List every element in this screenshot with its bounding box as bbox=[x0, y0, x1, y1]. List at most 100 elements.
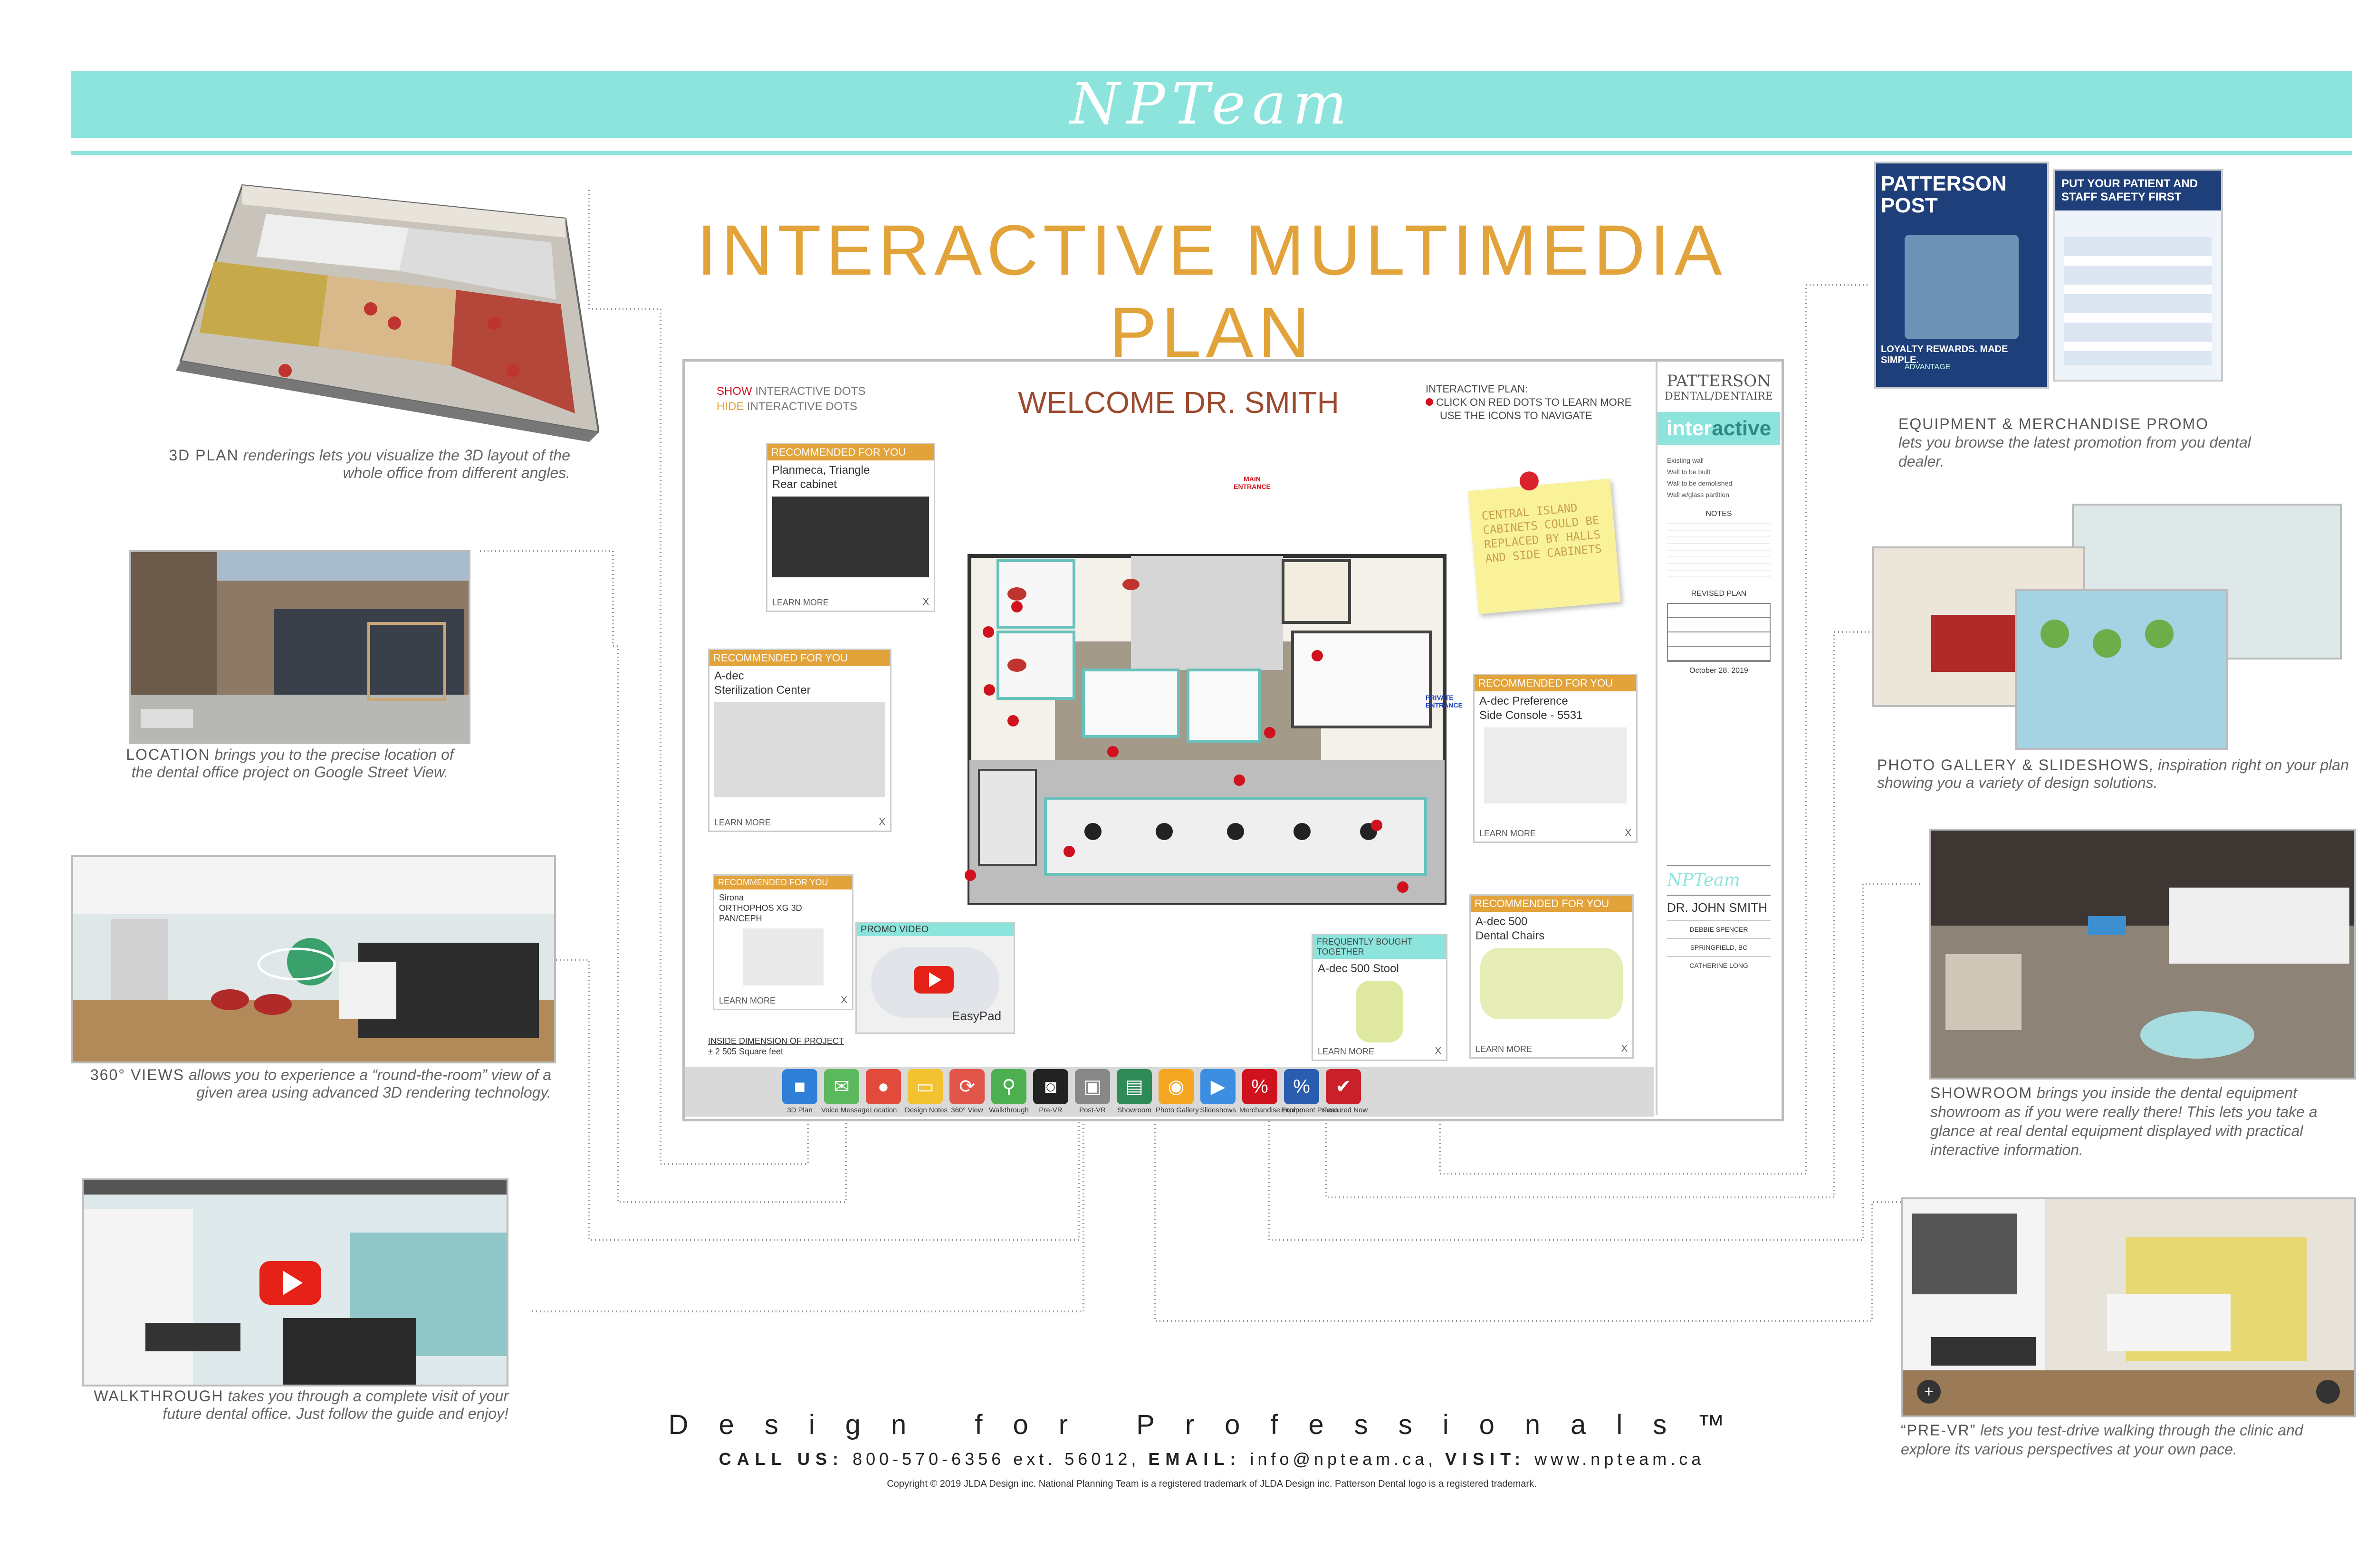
promo-video[interactable]: PROMO VIDEO EasyPad bbox=[855, 922, 1015, 1034]
gallery-photo-3[interactable] bbox=[2015, 589, 2228, 750]
hotspot-dot[interactable] bbox=[1011, 601, 1023, 612]
close-icon[interactable]: X bbox=[1625, 828, 1631, 839]
toolbar-button-photo-gallery[interactable]: ◉ Photo Gallery bbox=[1156, 1069, 1199, 1114]
toolbar-button-merchandise-promo[interactable]: % Merchandise Promo bbox=[1239, 1069, 1303, 1114]
connector-walkthrough bbox=[532, 1117, 1084, 1312]
learn-more-link[interactable]: LEARN MORE bbox=[772, 598, 829, 608]
learn-more-link[interactable]: LEARN MORE bbox=[719, 996, 776, 1006]
walkthrough-caption: WALKTHROUGH takes you through a complete… bbox=[71, 1387, 508, 1423]
product-card-side-console[interactable]: RECOMMENDED FOR YOU A-dec Preference Side… bbox=[1473, 674, 1638, 843]
toolbar-button-360-view[interactable]: ⟳ 360° View bbox=[947, 1069, 987, 1114]
toolbar-button-post-vr[interactable]: ▣ Post-VR bbox=[1072, 1069, 1113, 1114]
toolbar-button-label: Merchandise Promo bbox=[1239, 1106, 1303, 1114]
toolbar-button-label: Post-VR bbox=[1079, 1106, 1106, 1114]
connector-prevr bbox=[1154, 1117, 1901, 1322]
toolbar-button-label: Photo Gallery bbox=[1156, 1106, 1199, 1114]
showroom-title: SHOWROOM bbox=[1930, 1084, 2033, 1101]
percent-tag-icon: % bbox=[1284, 1069, 1319, 1104]
hotspot-dot[interactable] bbox=[1063, 846, 1075, 857]
toolbar-button-label: Pre-VR bbox=[1039, 1106, 1063, 1114]
hotspot-dot[interactable] bbox=[1264, 727, 1275, 738]
views360-image[interactable] bbox=[71, 855, 556, 1063]
close-icon[interactable]: X bbox=[841, 995, 847, 1006]
product-card-sterilization[interactable]: RECOMMENDED FOR YOU A-dec Sterilization C… bbox=[708, 649, 891, 832]
hotspot-dot[interactable] bbox=[1107, 746, 1119, 757]
hotspot-dot[interactable] bbox=[1234, 774, 1245, 786]
website-link[interactable]: www.npteam.ca bbox=[1534, 1449, 1705, 1469]
product-image bbox=[714, 702, 885, 797]
photo-gallery-images[interactable] bbox=[1872, 504, 2343, 751]
plan3d-image[interactable] bbox=[171, 166, 600, 442]
hotspot-dot[interactable] bbox=[1371, 820, 1382, 831]
product-card-stool[interactable]: FREQUENTLY BOUGHT TOGETHER A-dec 500 Sto… bbox=[1312, 934, 1447, 1061]
learn-more-link[interactable]: LEARN MORE bbox=[1475, 1044, 1532, 1054]
interactive-banner: interactive bbox=[1657, 412, 1780, 445]
hotspot-dot[interactable] bbox=[984, 684, 995, 696]
showroom-image[interactable] bbox=[1929, 829, 2356, 1080]
product-card-dental-chairs[interactable]: RECOMMENDED FOR YOU A-dec 500 Dental Chai… bbox=[1469, 894, 1634, 1059]
hide-dots-toggle[interactable]: HIDE INTERACTIVE DOTS bbox=[717, 400, 857, 413]
toolbar-button-equipment-promo[interactable]: % Equipment Promo bbox=[1281, 1069, 1338, 1114]
toolbar-button-3d-plan[interactable]: ■ 3D Plan bbox=[779, 1069, 820, 1114]
close-icon[interactable]: X bbox=[1621, 1043, 1628, 1054]
toolbar-button-pre-vr[interactable]: ◙ Pre-VR bbox=[1030, 1069, 1071, 1114]
close-icon[interactable]: X bbox=[923, 597, 929, 608]
toolbar-button-label: Slideshows bbox=[1200, 1106, 1236, 1114]
product-image bbox=[743, 928, 824, 985]
close-icon[interactable]: X bbox=[1435, 1046, 1441, 1057]
notes-label: NOTES bbox=[1705, 510, 1732, 518]
copyright: Copyright © 2019 JLDA Design inc. Nation… bbox=[887, 1479, 1537, 1489]
footer-tagline: Design for Professionals™ bbox=[668, 1409, 1755, 1440]
vr-headset-icon: ◙ bbox=[1033, 1069, 1068, 1104]
email-address[interactable]: info@npteam.ca, bbox=[1250, 1449, 1437, 1469]
location-streetview-image[interactable] bbox=[129, 550, 470, 744]
sticky-note[interactable]: CENTRAL ISLAND CABINETS COULD BE REPLACE… bbox=[1468, 470, 1621, 614]
walkthrough-video[interactable] bbox=[82, 1178, 508, 1386]
youtube-play-icon[interactable] bbox=[259, 1261, 321, 1305]
walk-icon: ⚲ bbox=[991, 1069, 1026, 1104]
view360-icon: ⟳ bbox=[949, 1069, 985, 1104]
views360-title: 360° VIEWS bbox=[90, 1066, 185, 1083]
youtube-play-icon[interactable] bbox=[914, 966, 954, 994]
add-hotspot-icon[interactable]: + bbox=[1917, 1380, 1941, 1404]
toolbar-button-slideshows[interactable]: ▶ Slideshows bbox=[1198, 1069, 1238, 1114]
views360-desc: allows you to experience a “round-the-ro… bbox=[188, 1066, 551, 1101]
city: SPRINGFIELD, BC bbox=[1667, 938, 1771, 951]
flyer-advantage: ADVANTAGE bbox=[1905, 363, 1951, 371]
easel-icon: ▤ bbox=[1117, 1069, 1152, 1104]
toolbar-button-design-notes[interactable]: ▭ Design Notes bbox=[905, 1069, 948, 1114]
product-image bbox=[1484, 727, 1627, 803]
hotspot-dot[interactable] bbox=[983, 626, 994, 638]
show-dots-toggle[interactable]: SHOW INTERACTIVE DOTS bbox=[717, 385, 865, 398]
toolbar-button-voice-message[interactable]: ✉ Voice Message bbox=[821, 1069, 870, 1114]
phone-number[interactable]: 800-570-6356 ext. 56012, bbox=[853, 1449, 1140, 1469]
product-card-sirona[interactable]: RECOMMENDED FOR YOU Sirona ORTHOPHOS XG 3… bbox=[713, 874, 853, 1010]
prevr-title: “PRE-VR” bbox=[1901, 1422, 1976, 1439]
equipment-title: EQUIPMENT & MERCHANDISE PROMO bbox=[1898, 415, 2209, 432]
hotspot-dot[interactable] bbox=[965, 870, 976, 881]
main-entrance-marker: MAIN ENTRANCE bbox=[1234, 475, 1271, 490]
patterson-post-flyer[interactable]: PATTERSON POST LOYALTY REWARDS. MADE SIM… bbox=[1874, 162, 2049, 389]
hotspot-dot[interactable] bbox=[1007, 715, 1019, 727]
toolbar-button-label: Featured Now bbox=[1323, 1106, 1368, 1114]
toolbar-button-label: Voice Message bbox=[821, 1106, 870, 1114]
prevr-caption: “PRE-VR” lets you test-drive walking thr… bbox=[1901, 1421, 2347, 1459]
close-icon[interactable]: X bbox=[879, 817, 885, 828]
learn-more-link[interactable]: LEARN MORE bbox=[1318, 1047, 1374, 1057]
toolbar-button-showroom[interactable]: ▤ Showroom bbox=[1114, 1069, 1155, 1114]
prevr-image[interactable]: + bbox=[1901, 1197, 2356, 1417]
safety-flyer[interactable]: PUT YOUR PATIENT AND STAFF SAFETY FIRST bbox=[2053, 169, 2223, 382]
learn-more-link[interactable]: LEARN MORE bbox=[714, 818, 771, 828]
toolbar-button-featured-now[interactable]: ✔ Featured Now bbox=[1323, 1069, 1368, 1114]
plan-title-block: PATTERSON DENTAL/DENTAIRE interactive Ex… bbox=[1656, 362, 1780, 1115]
hotspot-dot[interactable] bbox=[1397, 881, 1408, 893]
plan3d-desc: renderings lets you visualize the 3D lay… bbox=[243, 447, 570, 481]
learn-more-link[interactable]: LEARN MORE bbox=[1479, 829, 1536, 839]
toolbar-button-location[interactable]: ● Location bbox=[863, 1069, 904, 1114]
vr-frame-icon: ▣ bbox=[1075, 1069, 1110, 1104]
toolbar-button-label: Location bbox=[870, 1106, 897, 1114]
hotspot-dot[interactable] bbox=[1312, 650, 1323, 661]
fullscreen-icon[interactable] bbox=[2316, 1380, 2340, 1404]
product-card-planmeca[interactable]: RECOMMENDED FOR YOU Planmeca, Triangle Re… bbox=[766, 443, 935, 612]
toolbar-button-walkthrough[interactable]: ⚲ Walkthrough bbox=[988, 1069, 1029, 1114]
